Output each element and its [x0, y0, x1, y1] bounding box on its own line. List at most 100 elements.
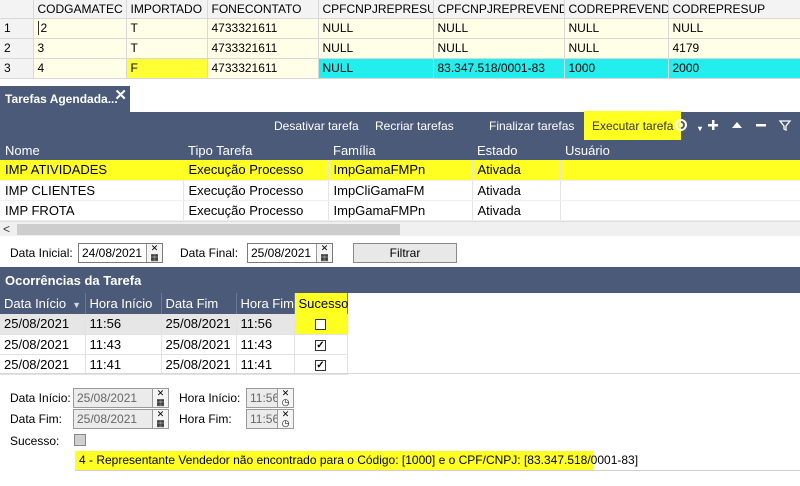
grid-header-codreprevend[interactable]: CODREPREVEND	[564, 0, 669, 19]
grid-header-fonecontato[interactable]: FONECONTATO	[207, 0, 319, 19]
table-cell[interactable]: 25/08/2021	[161, 334, 237, 355]
column-header-sucesso[interactable]: Sucesso	[294, 293, 348, 314]
table-cell[interactable]: ImpGamaFMPn	[328, 200, 473, 221]
table-cell[interactable]: Ativada	[472, 160, 561, 181]
column-header-hora-fim[interactable]: Hora Fim	[236, 293, 295, 314]
occurrences-grid[interactable]: Data Início ▼ Hora Início Data Fim Hora F…	[0, 293, 348, 375]
table-cell[interactable]: NULL	[564, 18, 669, 39]
table-cell[interactable]: 25/08/2021	[0, 334, 86, 355]
table-row[interactable]: IMP ATIVIDADES Execução Processo ImpGama…	[0, 160, 800, 181]
table-cell[interactable]	[560, 180, 800, 201]
remove-icon[interactable]	[753, 117, 769, 133]
table-cell[interactable]: T	[126, 38, 208, 59]
filter-button[interactable]: Filtrar	[353, 243, 457, 263]
table-cell[interactable]: Ativada	[472, 180, 561, 201]
table-cell[interactable]: IMP FROTA	[0, 200, 184, 221]
table-cell-highlighted[interactable]: 83.347.518/0001-83	[433, 58, 565, 79]
table-cell[interactable]: Execução Processo	[183, 200, 329, 221]
table-cell[interactable]: 4733321611	[207, 58, 319, 79]
table-cell[interactable]: 25/08/2021	[161, 314, 237, 335]
column-header-nome[interactable]: Nome	[0, 140, 183, 160]
table-row[interactable]: IMP FROTA Execução Processo ImpGamaFMPn …	[0, 200, 800, 221]
deactivate-task-button[interactable]: Desativar tarefa	[274, 112, 359, 140]
tasks-grid[interactable]: Nome Tipo Tarefa Família Estado Usuário …	[0, 140, 800, 221]
table-cell[interactable]: 3	[33, 38, 127, 59]
table-cell[interactable]: 4733321611	[207, 18, 319, 39]
table-cell-highlighted[interactable]: 2000	[668, 58, 800, 79]
table-cell[interactable]: 25/08/2021	[0, 314, 86, 335]
table-cell[interactable]: Execução Processo	[183, 180, 329, 201]
table-row[interactable]: 25/08/2021 11:41 25/08/2021 11:41 ✓	[0, 354, 348, 375]
table-cell[interactable]: IMP ATIVIDADES	[0, 160, 184, 181]
table-cell-highlighted[interactable]: NULL	[318, 58, 434, 79]
end-date-field[interactable]: 25/08/2021 ✕ ▦	[247, 243, 333, 263]
table-cell[interactable]: ImpCliGamaFM	[328, 180, 473, 201]
table-cell[interactable]: NULL	[318, 18, 434, 39]
table-row[interactable]: 25/08/2021 11:43 25/08/2021 11:43 ✓	[0, 334, 348, 355]
table-cell[interactable]: 4733321611	[207, 38, 319, 59]
calendar-icon[interactable]: ✕ ▦	[146, 244, 162, 262]
column-header-tipo-tarefa[interactable]: Tipo Tarefa	[183, 140, 328, 160]
table-row[interactable]: IMP CLIENTES Execução Processo ImpCliGam…	[0, 180, 800, 201]
column-header-usuario[interactable]: Usuário	[560, 140, 800, 160]
table-cell[interactable]: NULL	[318, 38, 434, 59]
grid-header-cpfcnpjreprevend[interactable]: CPFCNPJREPREVEND	[433, 0, 565, 19]
table-row[interactable]: 25/08/2021 11:56 25/08/2021 11:56	[0, 314, 348, 335]
table-cell[interactable]: 4179	[668, 38, 800, 59]
settings-icon[interactable]	[673, 117, 689, 133]
table-cell[interactable]: Ativada	[472, 200, 561, 221]
column-header-data-fim[interactable]: Data Fim	[161, 293, 237, 314]
table-cell-highlighted[interactable]: F	[126, 58, 208, 79]
success-checkbox[interactable]: ✓	[315, 359, 326, 371]
table-cell[interactable]: NULL	[433, 38, 565, 59]
sql-results-grid[interactable]: CODGAMATEC IMPORTADO FONECONTATO CPFCNPJ…	[0, 0, 800, 79]
table-cell[interactable]: T	[126, 18, 208, 39]
grid-header-cpfcnpjrepresup[interactable]: CPFCNPJREPRESUP	[318, 0, 434, 19]
table-cell[interactable]: NULL	[564, 38, 669, 59]
scroll-left-icon[interactable]: <	[3, 222, 10, 236]
table-cell-highlighted[interactable]: 1000	[564, 58, 669, 79]
table-cell[interactable]	[560, 160, 800, 181]
column-header-hora-inicio[interactable]: Hora Início	[85, 293, 162, 314]
calendar-icon[interactable]: ✕ ▦	[316, 244, 332, 262]
table-cell[interactable]: 11:56	[85, 314, 162, 335]
table-cell[interactable]: 25/08/2021	[161, 354, 237, 375]
table-cell[interactable]: ImpGamaFMPn	[328, 160, 473, 181]
table-cell[interactable]: 4	[33, 58, 127, 79]
move-up-icon[interactable]	[729, 117, 745, 133]
grid-header-importado[interactable]: IMPORTADO	[126, 0, 208, 19]
tab-tarefas-agendadas[interactable]: Tarefas Agendada... ✕	[0, 86, 130, 112]
close-icon[interactable]: ✕	[114, 86, 127, 104]
table-cell[interactable]	[560, 200, 800, 221]
start-date-field[interactable]: 24/08/2021 ✕ ▦	[78, 243, 163, 263]
horizontal-scrollbar[interactable]: <	[0, 221, 800, 236]
table-cell[interactable]: 25/08/2021	[0, 354, 86, 375]
table-row[interactable]: 3 4 F 4733321611 NULL 83.347.518/0001-83…	[0, 58, 800, 79]
success-checkbox[interactable]: ✓	[315, 339, 326, 351]
success-checkbox[interactable]	[315, 319, 326, 331]
scrollbar-thumb[interactable]	[17, 224, 400, 235]
execute-task-button[interactable]: Executar tarefa	[584, 111, 682, 141]
table-cell[interactable]: Execução Processo	[183, 160, 329, 181]
table-cell[interactable]: ✓	[294, 334, 348, 355]
column-header-estado[interactable]: Estado	[472, 140, 560, 160]
grid-header-codgamatec[interactable]: CODGAMATEC	[33, 0, 127, 19]
grid-header-codrepresup[interactable]: CODREPRESUP	[668, 0, 800, 19]
table-cell[interactable]: IMP CLIENTES	[0, 180, 184, 201]
finish-tasks-button[interactable]: Finalizar tarefas	[489, 112, 574, 140]
table-cell[interactable]: ✓	[294, 354, 348, 375]
table-cell[interactable]: 11:43	[236, 334, 295, 355]
column-header-data-inicio[interactable]: Data Início ▼	[0, 293, 86, 314]
table-row[interactable]: 2 3 T 4733321611 NULL NULL NULL 4179	[0, 38, 800, 59]
add-icon[interactable]	[705, 117, 721, 133]
filter-icon[interactable]	[777, 117, 793, 133]
table-cell[interactable]: NULL	[668, 18, 800, 39]
column-header-familia[interactable]: Família	[328, 140, 472, 160]
recreate-tasks-button[interactable]: Recriar tarefas	[375, 112, 454, 140]
table-cell[interactable]: 11:43	[85, 334, 162, 355]
table-cell[interactable]: 11:41	[85, 354, 162, 375]
table-cell[interactable]	[294, 314, 348, 335]
table-cell[interactable]: NULL	[433, 18, 565, 39]
table-cell[interactable]: 11:56	[236, 314, 295, 335]
table-cell[interactable]: 2	[33, 18, 127, 39]
